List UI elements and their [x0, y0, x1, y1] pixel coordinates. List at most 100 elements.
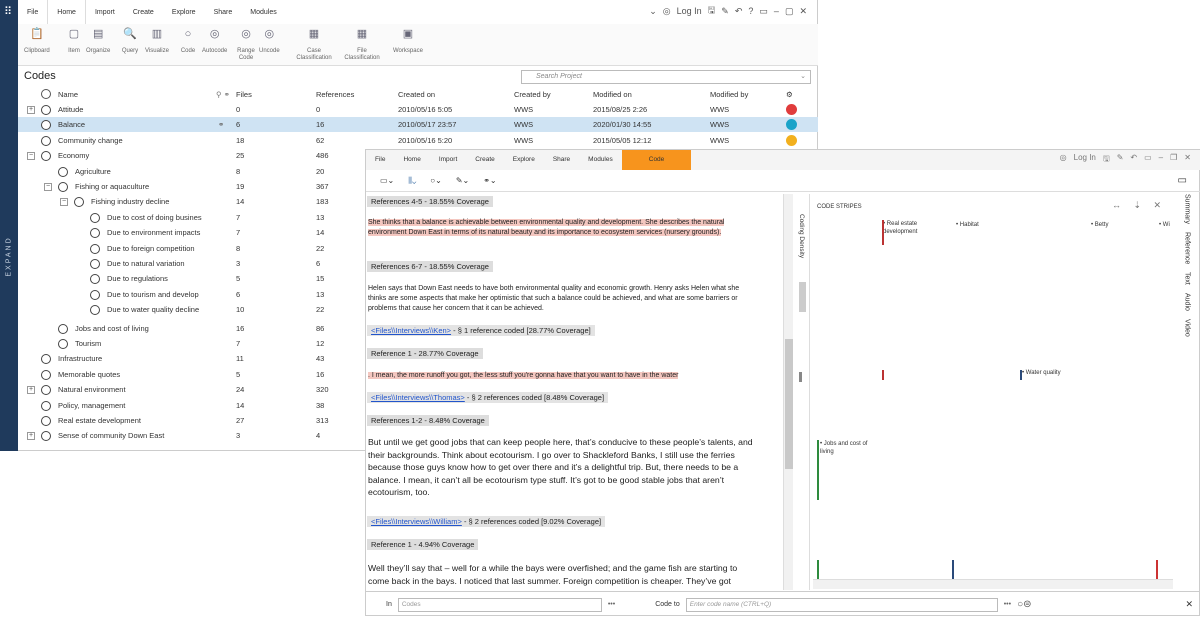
edit-icon[interactable]: ✎ — [1117, 153, 1124, 167]
menu2-modules[interactable]: Modules — [579, 150, 622, 170]
undo-icon[interactable]: ↶ — [735, 6, 743, 17]
menu-modules[interactable]: Modules — [241, 0, 285, 24]
menu2-share[interactable]: Share — [544, 150, 579, 170]
menu-create[interactable]: Create — [124, 0, 163, 24]
william-file-link[interactable]: <Files\\Interviews\\William> — [371, 517, 462, 526]
highlighted-passage[interactable]: . I mean, the more runoff you got, the l… — [368, 372, 679, 379]
panel-toggle-icon[interactable]: ▭ — [1178, 175, 1187, 186]
stripe-bar[interactable] — [817, 560, 819, 580]
expand-icon[interactable]: + — [27, 386, 35, 395]
close-stripes-icon[interactable]: ✕ — [1153, 200, 1161, 211]
tab-video[interactable]: Video — [1184, 319, 1191, 337]
chat-icon[interactable]: ▭ — [759, 6, 768, 17]
collapse-icon[interactable]: − — [27, 152, 35, 161]
document-scrollbar[interactable] — [783, 194, 793, 590]
passage-text[interactable]: Helen says that Down East needs to have … — [368, 284, 753, 314]
save-icon[interactable]: 🖫 — [708, 3, 716, 19]
search-project-input[interactable]: Search Project ⌄ — [521, 70, 811, 84]
highlighted-passage[interactable]: She thinks that a balance is achievable … — [368, 219, 725, 236]
restore-icon[interactable]: ❐ — [1170, 153, 1177, 167]
stripe-bar[interactable] — [817, 440, 819, 500]
stripe-bar[interactable] — [882, 370, 884, 380]
expand-icon[interactable]: + — [27, 106, 35, 114]
case-classification-button[interactable]: ▦ Case Classification — [295, 27, 333, 62]
collapse-icon[interactable]: − — [60, 198, 68, 207]
save-icon[interactable]: 🖫 — [1103, 153, 1110, 167]
stripe-label-wi[interactable]: • Wi — [1159, 222, 1170, 228]
stripe-label-habitat[interactable]: • Habitat — [956, 222, 979, 228]
organize-button[interactable]: ▤ Organize — [86, 27, 110, 55]
header-modified-on[interactable]: Modified on — [593, 87, 632, 102]
close-icon[interactable]: ✕ — [1184, 153, 1191, 167]
menu-explore[interactable]: Explore — [163, 0, 205, 24]
menu-home[interactable]: Home — [47, 0, 86, 24]
table-row[interactable]: + Attitude 0 0 2010/05/16 5:05 WWS 2015/08/25 … — [18, 102, 818, 117]
range-code-button[interactable]: ◎ Range Code — [235, 27, 257, 62]
highlight-icon[interactable]: ✎⌄ — [456, 176, 469, 185]
menu2-file[interactable]: File — [366, 150, 394, 170]
comment-icon[interactable]: ▭⌄ — [380, 176, 394, 185]
stripe-bar[interactable] — [882, 220, 884, 245]
header-name[interactable]: Name — [58, 87, 78, 102]
minimize-icon[interactable]: – — [774, 6, 779, 16]
stripe-label-real-estate[interactable]: • Real estate development — [883, 220, 943, 236]
ken-file-link[interactable]: <Files\\Interviews\\Ken> — [371, 326, 451, 335]
tab-text[interactable]: Text — [1184, 272, 1191, 285]
help-icon[interactable]: ? — [748, 6, 753, 16]
menu2-code-tab[interactable]: Code — [621, 150, 692, 170]
passage-text[interactable]: But until we get good jobs that can keep… — [368, 436, 763, 499]
expand-button[interactable]: EXPAND — [0, 226, 18, 286]
file-classification-button[interactable]: ▦ File Classification — [343, 27, 381, 62]
table-row[interactable]: Community change 18 62 2010/05/16 5:20 WWS 20… — [18, 133, 818, 148]
close-icon[interactable]: ✕ — [1185, 599, 1193, 610]
tab-audio[interactable]: Audio — [1184, 293, 1191, 311]
header-references[interactable]: References — [316, 87, 354, 102]
code-action-icon[interactable]: ○⊜ — [1017, 599, 1031, 610]
header-modified-by[interactable]: Modified by — [710, 87, 748, 102]
header-files[interactable]: Files — [236, 87, 252, 102]
autocode-button[interactable]: ◎ Autocode — [202, 27, 227, 55]
menu2-home[interactable]: Home — [394, 150, 429, 170]
more-icon[interactable]: ••• — [608, 601, 615, 608]
download-icon[interactable]: ⇣ — [1133, 200, 1141, 211]
edit-icon[interactable]: ✎ — [721, 6, 729, 17]
user-icon[interactable]: ◎ — [1060, 153, 1067, 167]
menu2-create[interactable]: Create — [466, 150, 504, 170]
more-icon[interactable]: ••• — [1004, 601, 1011, 608]
chevron-down-icon[interactable]: ⌄ — [649, 6, 657, 17]
undo-icon[interactable]: ↶ — [1130, 153, 1137, 167]
tab-reference[interactable]: Reference — [1184, 232, 1191, 264]
header-created-by[interactable]: Created by — [514, 87, 551, 102]
stripe-label-jobs[interactable]: • Jobs and cost of living — [820, 440, 880, 456]
add-code-icon[interactable] — [41, 89, 51, 99]
chat-icon[interactable]: ▭ — [1144, 153, 1152, 167]
clipboard-button[interactable]: 📋 Clipboard — [24, 27, 50, 55]
menu2-explore[interactable]: Explore — [504, 150, 544, 170]
item-button[interactable]: ▢ Item — [64, 27, 84, 55]
code-button[interactable]: ○ Code — [178, 27, 198, 55]
color-column-icon[interactable]: ⚙ — [786, 87, 793, 102]
menu2-import[interactable]: Import — [430, 150, 466, 170]
bar-chart-icon[interactable]: ⫼⌄ — [408, 176, 416, 186]
scrollbar-thumb[interactable] — [785, 339, 793, 469]
stripe-bar[interactable] — [1020, 370, 1022, 380]
stripe-label-water-quality[interactable]: • Water quality — [1022, 370, 1061, 376]
workspace-button[interactable]: ▣ Workspace — [393, 27, 423, 55]
menu-share[interactable]: Share — [205, 0, 242, 24]
minimize-icon[interactable]: – — [1159, 153, 1163, 167]
close-icon[interactable]: ✕ — [799, 6, 807, 17]
query-button[interactable]: 🔍 Query — [120, 27, 140, 55]
collapse-icon[interactable]: − — [44, 183, 52, 191]
stripe-bar[interactable] — [952, 560, 954, 580]
login-link[interactable]: Log In — [677, 6, 702, 16]
stripes-hscrollbar[interactable] — [813, 579, 1173, 589]
code-circle-icon[interactable]: ○⌄ — [430, 176, 442, 185]
menu-import[interactable]: Import — [86, 0, 124, 24]
app-grid-icon[interactable]: ⠿ — [4, 7, 12, 18]
menu-file[interactable]: File — [18, 0, 47, 24]
link-icon[interactable]: ⚭⌄ — [483, 176, 496, 185]
thomas-file-link[interactable]: <Files\\Interviews\\Thomas> — [371, 393, 465, 402]
user-icon[interactable]: ◎ — [663, 6, 671, 17]
login-link[interactable]: Log In — [1074, 153, 1096, 167]
expand-icon[interactable]: + — [27, 432, 35, 441]
